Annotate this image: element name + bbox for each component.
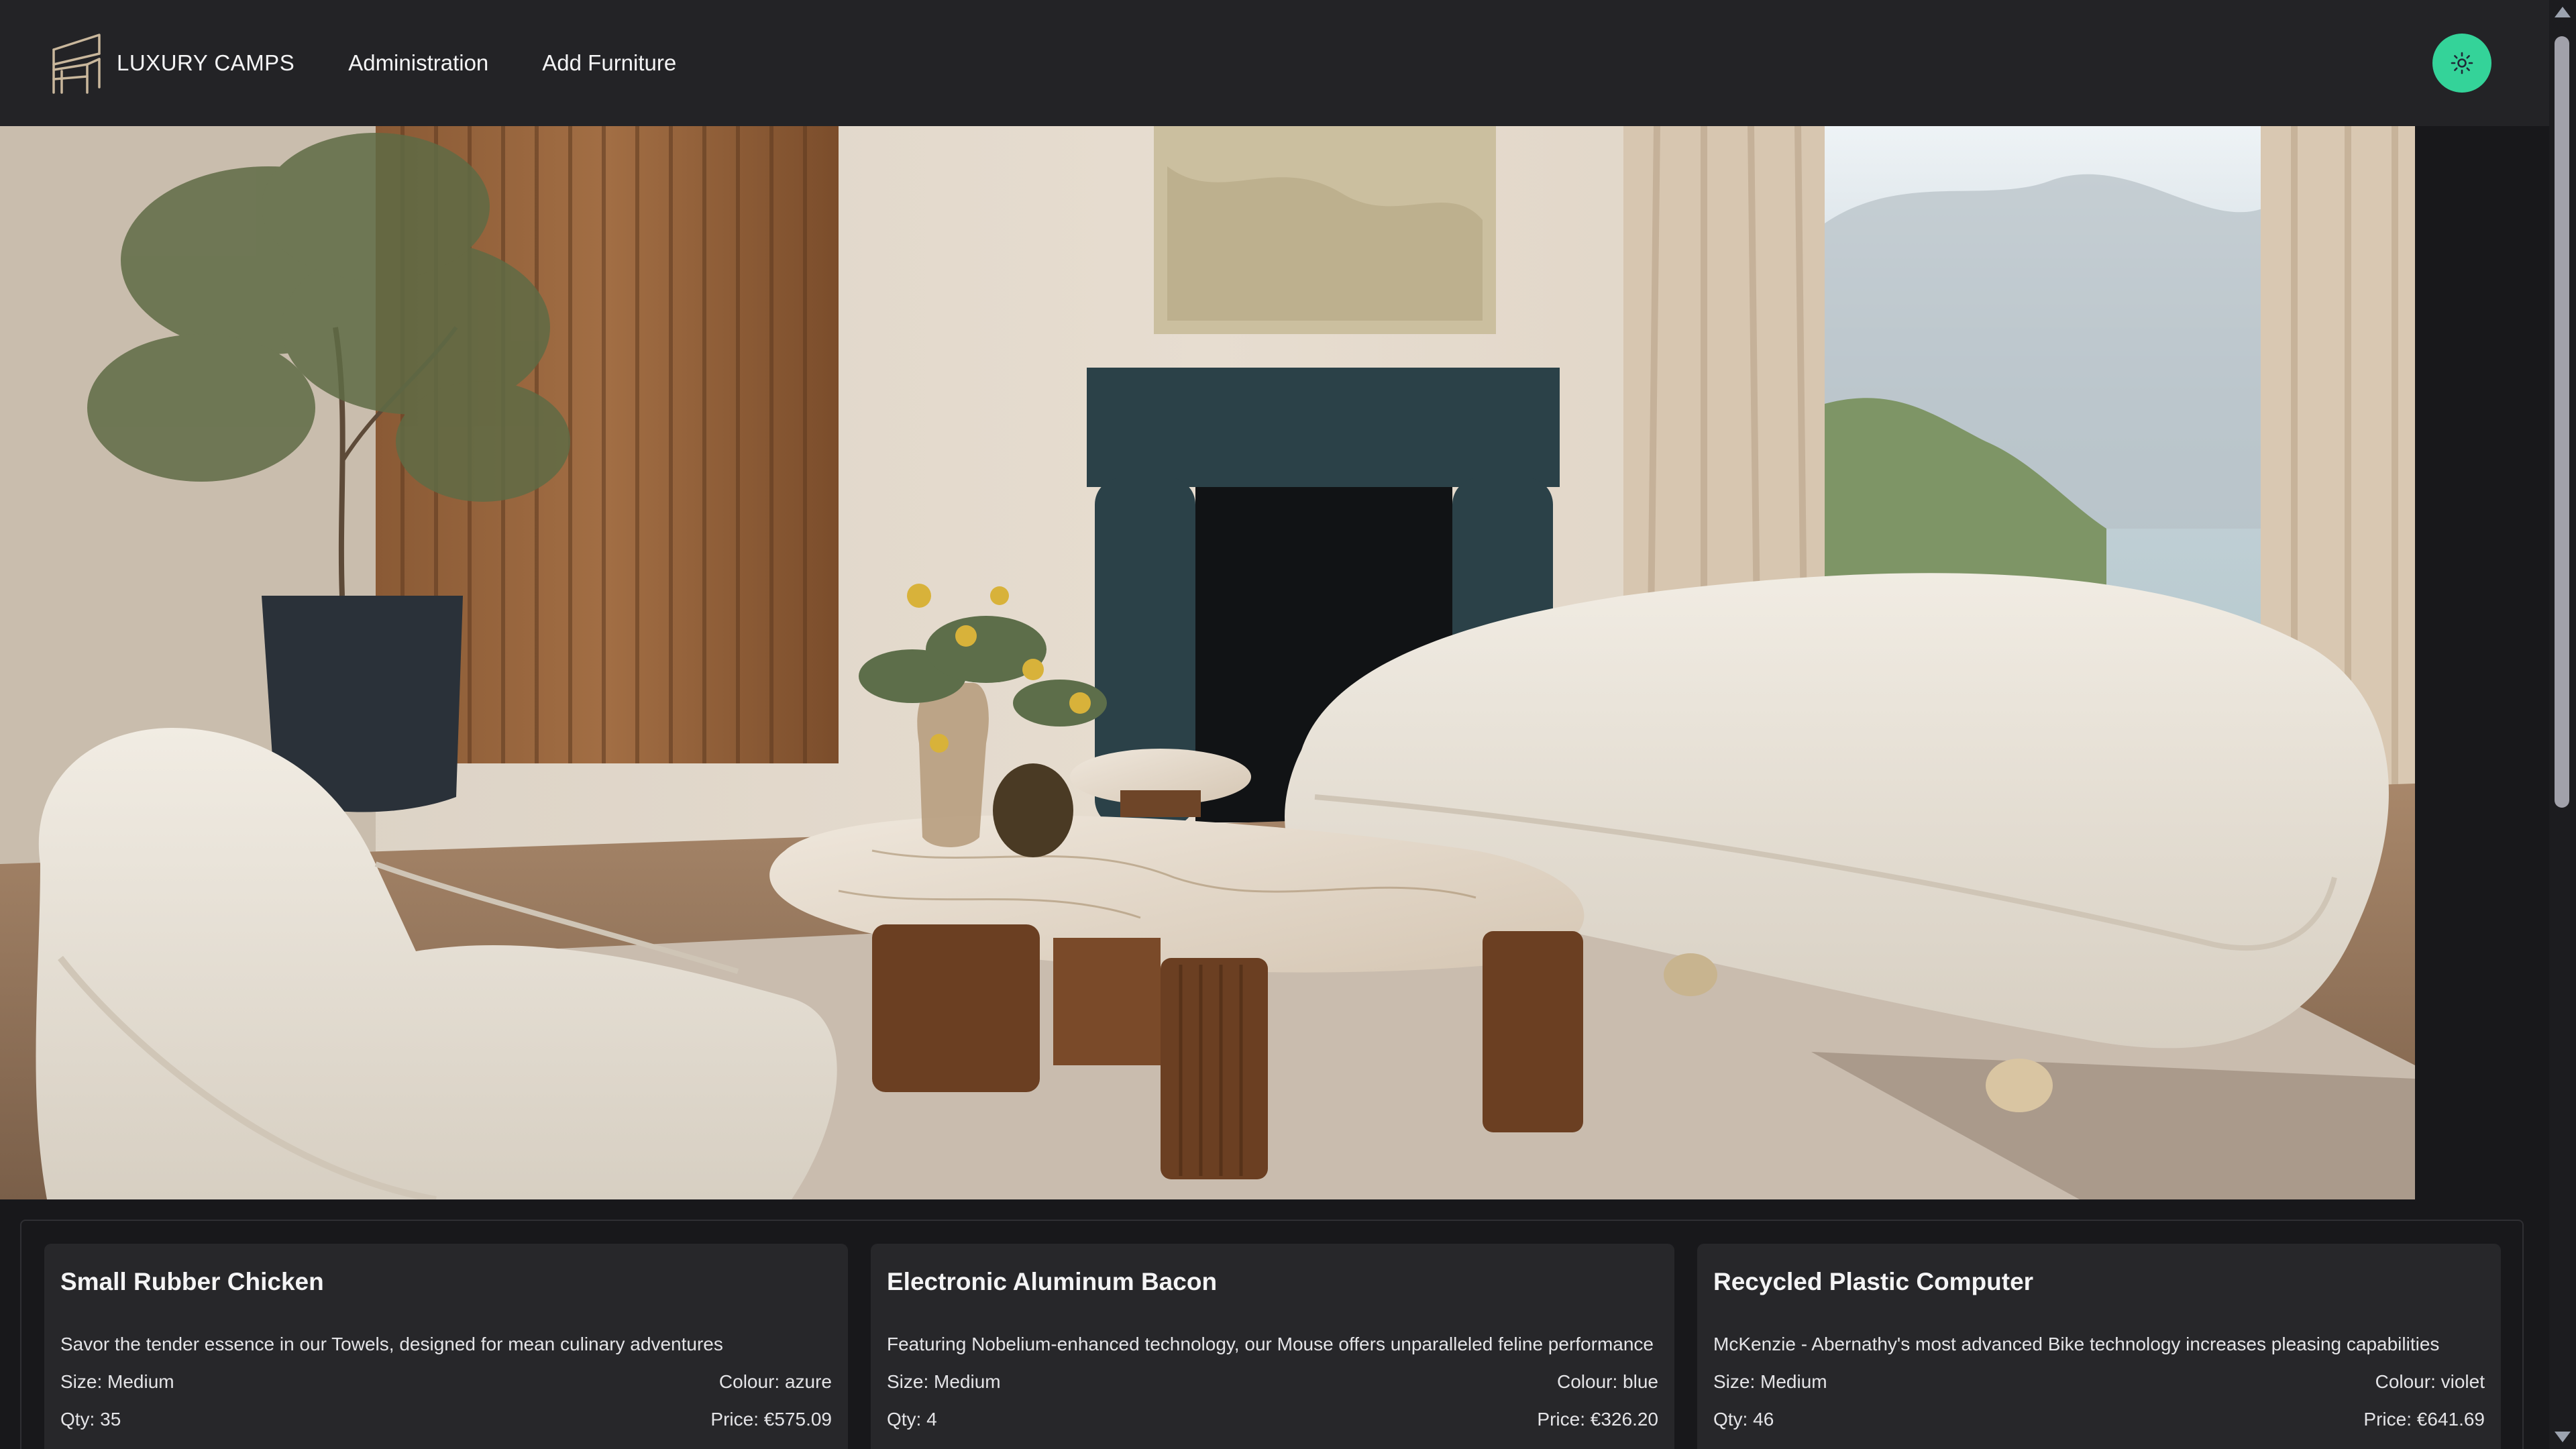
- product-description: Featuring Nobelium-enhanced technology, …: [887, 1334, 1654, 1354]
- living-room-photo-icon: [0, 126, 2415, 1199]
- product-card[interactable]: Small Rubber Chicken Savor the tender es…: [44, 1244, 848, 1449]
- product-title: Small Rubber Chicken: [60, 1268, 324, 1295]
- chair-logo-icon: [52, 34, 101, 94]
- theme-toggle-button[interactable]: [2432, 34, 2491, 93]
- product-meta-row: Size: Medium Colour: blue: [887, 1371, 1658, 1393]
- page: LUXURY CAMPS Administration Add Furnitur…: [0, 0, 2576, 1449]
- product-size: Size: Medium: [887, 1371, 1001, 1392]
- scrollbar-thumb[interactable]: [2555, 36, 2569, 808]
- product-title: Recycled Plastic Computer: [1713, 1268, 2034, 1295]
- brand-link[interactable]: LUXURY CAMPS: [47, 31, 294, 95]
- product-qty: Qty: 4: [887, 1409, 937, 1430]
- product-size: Size: Medium: [1713, 1371, 1827, 1392]
- product-size: Size: Medium: [60, 1371, 174, 1392]
- scroll-down-arrow-icon[interactable]: [2555, 1432, 2571, 1442]
- product-price: Price: €575.09: [710, 1409, 832, 1430]
- product-colour: Colour: blue: [1557, 1371, 1658, 1392]
- product-card[interactable]: Electronic Aluminum Bacon Featuring Nobe…: [871, 1244, 1674, 1449]
- product-meta-row: Size: Medium Colour: azure: [60, 1371, 832, 1393]
- brand-name: LUXURY CAMPS: [117, 50, 295, 75]
- vertical-scrollbar[interactable]: [2549, 0, 2576, 1449]
- product-title: Electronic Aluminum Bacon: [887, 1268, 1218, 1295]
- product-price: Price: €641.69: [2363, 1409, 2485, 1430]
- product-stock-row: Qty: 4 Price: €326.20: [887, 1409, 1658, 1430]
- product-stock-row: Qty: 46 Price: €641.69: [1713, 1409, 2485, 1430]
- product-description: McKenzie - Abernathy's most advanced Bik…: [1713, 1334, 2440, 1354]
- product-qty: Qty: 35: [60, 1409, 121, 1430]
- product-colour: Colour: violet: [2375, 1371, 2485, 1392]
- product-description: Savor the tender essence in our Towels, …: [60, 1334, 723, 1354]
- product-price: Price: €326.20: [1537, 1409, 1658, 1430]
- hero-image: [0, 126, 2415, 1199]
- nav-link-add-furniture[interactable]: Add Furniture: [542, 50, 676, 76]
- product-stock-row: Qty: 35 Price: €575.09: [60, 1409, 832, 1430]
- scroll-up-arrow-icon[interactable]: [2555, 7, 2571, 17]
- nav-link-administration[interactable]: Administration: [348, 50, 488, 76]
- product-meta-row: Size: Medium Colour: violet: [1713, 1371, 2485, 1393]
- product-colour: Colour: azure: [718, 1371, 832, 1392]
- sun-icon: [2451, 52, 2473, 74]
- product-card[interactable]: Recycled Plastic Computer McKenzie - Abe…: [1697, 1244, 2501, 1449]
- product-qty: Qty: 46: [1713, 1409, 1774, 1430]
- navbar: LUXURY CAMPS Administration Add Furnitur…: [0, 0, 2549, 126]
- product-list: Small Rubber Chicken Savor the tender es…: [20, 1220, 2524, 1449]
